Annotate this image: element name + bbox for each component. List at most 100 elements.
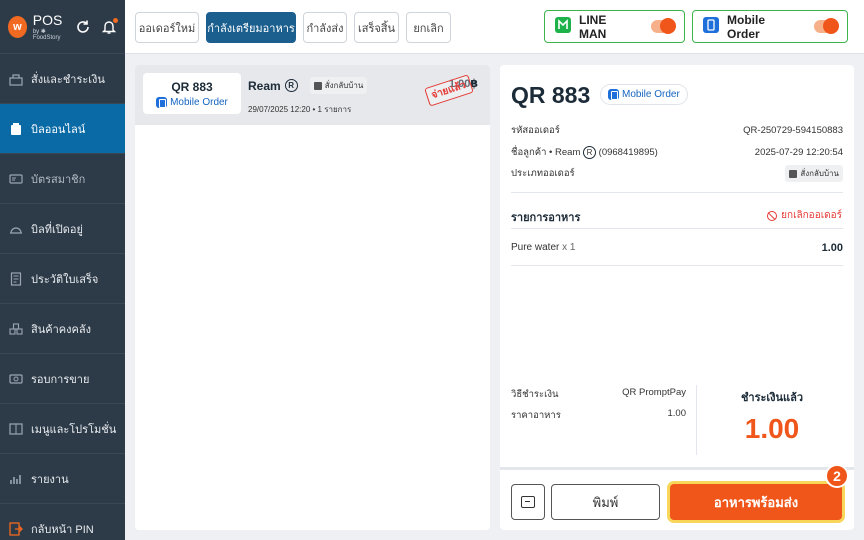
cancel-order-label: ยกเลิกออเดอร์ (781, 210, 842, 221)
payment-method-label: วิธีชำระเงิน (511, 389, 559, 400)
mobile-order-label: Mobile Order (727, 12, 765, 41)
customer-phone: (0968419895) (598, 147, 658, 158)
order-id-row: รหัสออเดอร์ QR-250729-594150883 (511, 123, 843, 138)
top-bar: ออเดอร์ใหม่ กำลังเตรียมอาหาร กำลังส่ง เส… (125, 0, 864, 54)
sidebar-item-label: เมนูและโปรโมชั่น (31, 423, 117, 436)
order-datetime: 2025-07-29 12:20:54 (754, 147, 843, 158)
receipt-icon (9, 271, 23, 286)
order-title: QR 883 (511, 82, 591, 108)
items-title: รายการอาหาร (511, 212, 581, 224)
order-type-label: ประเภทออเดอร์ (511, 168, 575, 179)
sidebar-item-order-pay[interactable]: สั่งและชำระเงิน (0, 54, 125, 104)
member-card-icon (9, 172, 23, 186)
food-ready-button[interactable]: อาหารพร้อมส่ง (670, 484, 842, 520)
order-type-row: ประเภทออเดอร์ สั่งกลับบ้าน (511, 165, 843, 182)
paid-amount: 1.00 (744, 413, 800, 444)
item-price: 1.00 (821, 242, 843, 254)
paid-stamp: จ่ายแล้ว (424, 74, 474, 107)
refresh-icon[interactable] (75, 19, 91, 35)
mobile-order-icon (608, 89, 619, 100)
item-qty: x 1 (562, 242, 576, 253)
order-list-panel: QR 883 Mobile Order Ream R สั่งกลับบ้าน … (135, 65, 490, 530)
sidebar-item-label: รายงาน (31, 473, 69, 486)
lineman-channel: LINE MAN (544, 10, 685, 43)
order-id-label: รหัสออเดอร์ (511, 125, 560, 136)
order-source-label: Mobile Order (170, 96, 228, 108)
order-type-chip: สั่งกลับบ้าน (785, 165, 843, 182)
sidebar-item-label: สั่งและชำระเงิน (31, 73, 105, 86)
order-item-row: Pure water x 1 1.00 (511, 242, 843, 254)
open-bill-icon (9, 222, 23, 236)
order-source-chip: Mobile Order (600, 84, 688, 105)
cancel-order-button[interactable]: ยกเลิกออเดอร์ (767, 208, 842, 223)
sidebar-item-sales-round[interactable]: รอบการขาย (0, 354, 125, 404)
sidebar-item-label: บิลออนไลน์ (31, 123, 86, 136)
lineman-toggle[interactable] (650, 18, 676, 34)
divider (511, 265, 843, 266)
customer-info: ชื่อลูกค้า • Ream R (0968419895) (511, 145, 658, 160)
cash-drawer-button[interactable] (511, 484, 545, 520)
food-price-value: 1.00 (667, 408, 687, 419)
brand-text: POS by ✱ FoodStory (33, 13, 69, 41)
ban-icon (767, 210, 778, 221)
lineman-label: LINE MAN (579, 12, 607, 41)
sidebar-item-member-card[interactable]: บัตรสมาชิก (0, 154, 125, 204)
sidebar-item-back-to-pin[interactable]: กลับหน้า PIN (0, 504, 125, 540)
payment-summary: วิธีชำระเงิน QR PromptPay ราคาอาหาร 1.00 (511, 387, 686, 429)
paid-label: ชำระเงินแล้ว (740, 392, 804, 404)
registered-mark: R (284, 79, 298, 92)
sidebar-item-label: กลับหน้า PIN (31, 523, 94, 536)
print-button[interactable]: พิมพ์ (551, 484, 660, 520)
order-qr-code: QR 883 (171, 79, 213, 94)
order-type-chip: สั่งกลับบ้าน (309, 77, 368, 94)
sidebar-item-report[interactable]: รายงาน (0, 454, 125, 504)
order-detail-panel: QR 883 Mobile Order รหัสออเดอร์ QR-25072… (500, 65, 854, 530)
takeaway-icon (789, 169, 798, 178)
action-bar: พิมพ์ อาหารพร้อมส่ง (500, 467, 854, 530)
tab-preparing[interactable]: กำลังเตรียมอาหาร (206, 12, 296, 43)
sidebar-item-label: ประวัติใบเสร็จ (31, 273, 99, 286)
sidebar: w POS by ✱ FoodStory สั่งและชำระเงิน บิล… (0, 0, 125, 540)
sidebar-item-online-bill[interactable]: บิลออนไลน์ (0, 104, 125, 154)
sidebar-item-label: บัตรสมาชิก (31, 173, 86, 186)
step-badge: 2 (825, 464, 849, 488)
sidebar-item-open-bill[interactable]: บิลที่เปิดอยู่ (0, 204, 125, 254)
order-source-label: Mobile Order (622, 89, 680, 100)
brand-name: POS (32, 11, 63, 28)
divider (511, 192, 843, 193)
brand-icons (75, 17, 118, 35)
item-name-wrap: Pure water x 1 (511, 242, 575, 254)
order-customer-name: Ream (248, 78, 281, 93)
sidebar-item-menu-promo[interactable]: เมนูและโปรโมชั่น (0, 404, 125, 454)
mobile-order-icon (703, 17, 719, 36)
order-type-value: สั่งกลับบ้าน (800, 169, 839, 178)
divider (511, 228, 843, 229)
notification-dot (113, 17, 118, 23)
order-id-value: QR-250729-594150883 (743, 125, 843, 136)
sidebar-item-inventory[interactable]: สินค้าคงคลัง (0, 304, 125, 354)
payment-method-value: QR PromptPay (622, 387, 686, 398)
food-price-label: ราคาอาหาร (511, 410, 561, 421)
food-price-row: ราคาอาหาร 1.00 (511, 408, 686, 423)
order-customer: Ream R สั่งกลับบ้าน (248, 77, 368, 94)
sidebar-item-receipt-history[interactable]: ประวัติใบเสร็จ (0, 254, 125, 304)
online-bill-icon (9, 122, 23, 136)
mobile-order-toggle[interactable] (813, 18, 839, 34)
brand-sub: by ✱ FoodStory (32, 28, 61, 41)
tab-new-order[interactable]: ออเดอร์ใหม่ (135, 12, 199, 43)
tab-delivering[interactable]: กำลังส่ง (303, 12, 347, 43)
logout-icon (9, 521, 23, 536)
tab-completed[interactable]: เสร็จสิ้น (354, 12, 399, 43)
bell-icon[interactable] (101, 17, 118, 35)
order-source: Mobile Order (156, 96, 228, 108)
sidebar-item-label: รอบการขาย (31, 373, 90, 386)
tab-cancelled[interactable]: ยกเลิก (406, 12, 451, 43)
mobile-order-channel: Mobile Order (692, 10, 848, 43)
brand-header: w POS by ✱ FoodStory (0, 0, 125, 54)
payment-method-row: วิธีชำระเงิน QR PromptPay (511, 387, 686, 402)
payment-divider (696, 385, 697, 455)
report-icon (9, 472, 23, 486)
order-meta: 29/07/2025 12:20 • 1 รายการ (248, 105, 352, 114)
order-list-item[interactable]: QR 883 Mobile Order Ream R สั่งกลับบ้าน … (135, 65, 490, 125)
sidebar-item-label: บิลที่เปิดอยู่ (31, 223, 83, 236)
